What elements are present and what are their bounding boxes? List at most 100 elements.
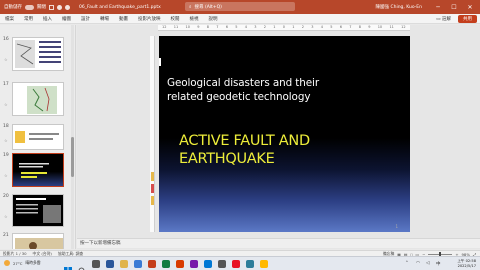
tab-file[interactable]: 檔案	[0, 16, 19, 22]
app-icon-2[interactable]	[120, 260, 128, 268]
app-icon-10[interactable]	[232, 260, 240, 268]
wifi-icon[interactable]: ◠	[416, 261, 420, 266]
ruler-tick: 8	[358, 25, 361, 29]
search-taskbar-icon[interactable]	[78, 260, 86, 270]
tab-transitions[interactable]: 轉場	[95, 16, 114, 22]
speaker-icon[interactable]: ◁	[426, 261, 429, 266]
ruler-tick: 2	[301, 25, 304, 29]
thumbnail-image-selected	[12, 153, 64, 187]
slide-preview-icon	[15, 131, 59, 143]
app-icon-4[interactable]	[148, 260, 156, 268]
search-icon: ⌕	[189, 4, 192, 10]
zoom-slider[interactable]	[428, 252, 453, 256]
tab-design[interactable]: 設計	[76, 16, 95, 22]
start-icon[interactable]	[64, 260, 72, 270]
ruler-tick: 1	[292, 25, 295, 29]
map-image-icon	[27, 86, 57, 114]
app-icon-1[interactable]	[106, 260, 114, 268]
slide-title[interactable]: Geological disasters and their related g…	[167, 76, 405, 104]
weather-temp: 27°C	[13, 260, 23, 266]
autosave-toggle[interactable]	[25, 4, 34, 10]
ruler-tick: 1	[273, 25, 276, 29]
notes-pane[interactable]: 按一下以新增備忘稿	[77, 238, 480, 248]
title-bar: 自動儲存 關閉 06_Fault and Earthquake_part1.pp…	[0, 0, 480, 14]
ruler-tick: 9	[368, 25, 371, 29]
app-icon-6[interactable]	[176, 260, 184, 268]
slide-preview-icon	[16, 198, 61, 223]
notes-placeholder: 按一下以新增備忘稿	[80, 241, 121, 246]
tab-slideshow[interactable]: 投影片放映	[133, 16, 166, 22]
ruler-tick: 11	[173, 25, 179, 29]
autosave-state: 關閉	[37, 5, 46, 10]
user-name[interactable]: 陳國強 Ching, Kuo-En	[376, 4, 422, 10]
powerpoint-window: 自動儲存 關閉 06_Fault and Earthquake_part1.pp…	[0, 0, 480, 270]
minimize-button[interactable]: ─	[434, 4, 442, 11]
ruler-tick: 2	[263, 25, 266, 29]
star-icon: ☆	[4, 57, 8, 62]
search-placeholder: 搜尋 (Alt+Q)	[194, 4, 222, 10]
tab-insert[interactable]: 插入	[38, 16, 57, 22]
ruler-tick: 7	[349, 25, 352, 29]
app-icon-12[interactable]	[260, 260, 268, 268]
clock-date: 2022/5/17	[457, 264, 476, 268]
tab-view[interactable]: 檢視	[185, 16, 204, 22]
star-icon: ☆	[4, 102, 8, 107]
star-icon: ☆	[4, 173, 8, 178]
ruler-tick: 6	[225, 25, 228, 29]
ruler-marker	[151, 196, 154, 205]
app-icon-7[interactable]	[190, 260, 198, 268]
search-box[interactable]: ⌕ 搜尋 (Alt+Q)	[185, 2, 295, 11]
tab-home[interactable]: 常用	[19, 16, 38, 22]
text-cursor	[159, 58, 161, 66]
slide-subtitle[interactable]: ACTIVE FAULT AND EARTHQUAKE	[179, 132, 405, 168]
file-name: 06_Fault and Earthquake_part1.pptx	[79, 4, 161, 10]
tab-animations[interactable]: 動畫	[114, 16, 133, 22]
thumbnail-image	[12, 194, 64, 227]
thumbnail-scrollbar-thumb[interactable]	[71, 137, 74, 177]
comments-label: 註解	[442, 17, 451, 22]
ime-language[interactable]: 中	[436, 261, 441, 267]
windows-taskbar: 27°C 晴時多雲 ⌃ ◠ ◁ 中 上午 02:58 2022/5/17	[0, 256, 480, 270]
horizontal-ruler: 12 11 10 9 8 7 6 5 4 3 2 1 0 1 2 3 4 5 6…	[158, 25, 410, 31]
ruler-tick: 4	[320, 25, 323, 29]
ruler-marker	[151, 172, 154, 181]
app-icon-9[interactable]	[218, 260, 226, 268]
clock[interactable]: 上午 02:58 2022/5/17	[457, 259, 476, 269]
star-icon: ☆	[4, 214, 8, 219]
photo-preview-icon	[15, 238, 63, 249]
ruler-tick: 3	[311, 25, 314, 29]
tab-help[interactable]: 說明	[204, 16, 223, 22]
ruler-tick: 12	[401, 25, 406, 29]
tab-draw[interactable]: 繪圖	[57, 16, 76, 22]
thumbnail-number: 20	[3, 194, 9, 199]
ruler-tick: 8	[206, 25, 209, 29]
close-button[interactable]: ✕	[466, 4, 474, 11]
thumbnail-number: 18	[3, 124, 9, 129]
app-icon-3[interactable]	[134, 260, 142, 268]
app-icon-8[interactable]	[204, 260, 212, 268]
redo-icon[interactable]	[65, 4, 70, 10]
task-view-icon[interactable]	[92, 260, 100, 268]
tab-review[interactable]: 校閱	[166, 16, 185, 22]
save-icon[interactable]	[49, 4, 54, 10]
title-line-2: related geodetic technology	[167, 91, 311, 103]
powerpoint-taskbar-icon[interactable]	[162, 260, 170, 268]
comments-button[interactable]: ▭ 註解	[433, 15, 454, 23]
thumbnail-image	[12, 233, 64, 249]
subtitle-line-2: EARTHQUAKE	[179, 151, 275, 167]
thumbnail-image	[12, 124, 64, 150]
app-icon-11[interactable]	[246, 260, 254, 268]
weather-desc: 晴時多雲	[25, 260, 41, 265]
ruler-tick: 9	[197, 25, 200, 29]
undo-icon[interactable]	[57, 4, 62, 10]
share-button[interactable]: 共用	[458, 15, 477, 23]
tray-chevron-icon[interactable]: ⌃	[405, 261, 409, 266]
ruler-tick: 4	[244, 25, 247, 29]
slide-canvas[interactable]: Geological disasters and their related g…	[159, 36, 410, 232]
ruler-tick: 7	[216, 25, 219, 29]
ruler-marker	[151, 184, 154, 193]
thumbnail-number: 19	[3, 153, 9, 158]
weather-widget[interactable]: 27°C 晴時多雲	[4, 260, 41, 266]
maximize-button[interactable]: ☐	[450, 4, 458, 11]
vertical-ruler	[150, 36, 155, 232]
